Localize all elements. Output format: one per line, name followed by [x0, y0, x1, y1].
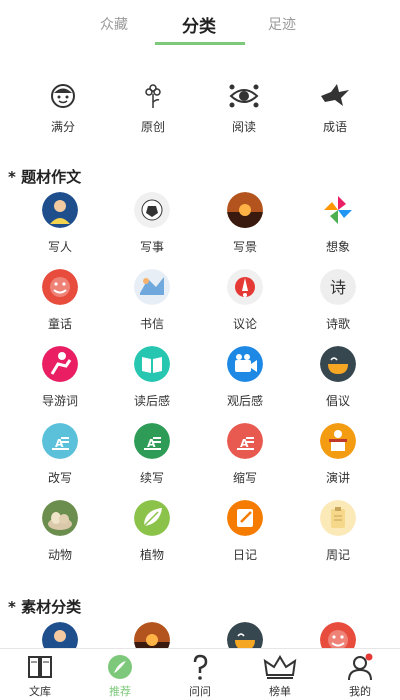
category-label: 议论: [232, 317, 257, 331]
category-label: 改写: [47, 471, 72, 485]
category-label: 周记: [325, 548, 350, 562]
flower-icon: [145, 84, 161, 108]
category-item[interactable]: 读后感: [112, 346, 192, 409]
category-item[interactable]: A 缩写: [205, 423, 285, 486]
top-tab-bar: 众藏 分类 足迹: [0, 0, 400, 48]
category-label: 诗歌: [325, 317, 350, 331]
book-open-icon: [28, 656, 52, 678]
category-label: 续写: [139, 471, 164, 485]
smiley-face-icon: [51, 84, 75, 108]
poem-icon: 诗: [320, 269, 356, 305]
category-label: 书信: [139, 317, 164, 331]
nav-profile[interactable]: 我的: [320, 649, 400, 700]
tab-favorites[interactable]: 众藏: [100, 14, 128, 34]
category-label: 写事: [139, 240, 164, 254]
svg-text:诗: 诗: [330, 278, 346, 297]
category-item[interactable]: 书信: [112, 269, 192, 332]
nav-ranking[interactable]: 榜单: [240, 649, 320, 700]
category-label: 缩写: [232, 471, 257, 485]
nav-ask[interactable]: 问问: [160, 649, 240, 700]
quick-links: 满分 原创 阅读 成语: [0, 82, 400, 142]
section-title-materials: * 素材分类: [8, 598, 82, 616]
category-item[interactable]: 童话: [20, 269, 100, 332]
category-item[interactable]: 演讲: [298, 423, 378, 486]
quick-link-label: 原创: [140, 120, 165, 134]
category-label: 植物: [139, 548, 164, 562]
category-item[interactable]: 观后感: [205, 346, 285, 409]
category-item[interactable]: A 改写: [20, 423, 100, 486]
nav-label: 问问: [189, 685, 211, 698]
person-icon: [42, 192, 78, 228]
camera-icon: [227, 346, 263, 382]
quick-link-original[interactable]: 原创: [118, 82, 188, 135]
category-item[interactable]: 导游词: [20, 346, 100, 409]
category-label: 童话: [47, 317, 72, 331]
doc-icon: A: [227, 423, 263, 459]
category-label: 观后感: [226, 394, 263, 408]
nav-label: 榜单: [269, 685, 291, 698]
quick-link-label: 满分: [50, 120, 75, 134]
feather-icon: [108, 655, 132, 679]
category-label: 读后感: [133, 394, 170, 408]
category-item[interactable]: 想象: [298, 192, 378, 255]
speech-icon: [227, 269, 263, 305]
quick-link-label: 阅读: [231, 120, 256, 134]
tab-categories[interactable]: 分类: [182, 12, 216, 37]
letter-icon: [134, 269, 170, 305]
bowl-icon: [320, 346, 356, 382]
leaf-icon: [134, 500, 170, 536]
user-icon: [348, 653, 373, 681]
notebook-icon: [227, 500, 263, 536]
category-item[interactable]: 诗诗歌: [298, 269, 378, 332]
question-icon: [193, 654, 208, 680]
tab-footprints[interactable]: 足迹: [268, 14, 296, 34]
sunset-icon: [227, 192, 263, 228]
quick-link-idioms[interactable]: 成语: [300, 82, 370, 135]
book-icon: [134, 346, 170, 382]
eye-icon: [229, 84, 259, 108]
category-item[interactable]: 植物: [112, 500, 192, 563]
crown-icon: [263, 655, 297, 679]
category-label: 动物: [47, 548, 72, 562]
doc-icon: A: [134, 423, 170, 459]
category-label: 演讲: [325, 471, 350, 485]
category-label: 导游词: [41, 394, 78, 408]
section-title-topics: * 题材作文: [8, 168, 82, 186]
category-item[interactable]: 日记: [205, 500, 285, 563]
category-item[interactable]: 写事: [112, 192, 192, 255]
bird-icon: [321, 84, 349, 106]
nav-label: 我的: [349, 685, 371, 698]
category-label: 写景: [232, 240, 257, 254]
category-label: 倡议: [325, 394, 350, 408]
podium-icon: [320, 423, 356, 459]
quick-link-full-score[interactable]: 满分: [28, 82, 98, 135]
category-item[interactable]: 写人: [20, 192, 100, 255]
quick-link-label: 成语: [322, 120, 347, 134]
category-label: 想象: [325, 240, 350, 254]
quick-link-reading[interactable]: 阅读: [209, 82, 279, 135]
bottom-nav-bar: 文库 推荐 问问 榜单 我的: [0, 648, 400, 700]
nav-library[interactable]: 文库: [0, 649, 80, 700]
category-label: 日记: [232, 548, 257, 562]
runner-icon: [42, 346, 78, 382]
category-item[interactable]: A 续写: [112, 423, 192, 486]
category-item[interactable]: 周记: [298, 500, 378, 563]
animal-icon: [42, 500, 78, 536]
active-tab-indicator: [155, 42, 245, 45]
nav-label: 推荐: [109, 685, 131, 698]
nav-recommend[interactable]: 推荐: [80, 649, 160, 700]
clipboard-icon: [320, 500, 356, 536]
category-label: 写人: [47, 240, 72, 254]
category-item[interactable]: 议论: [205, 269, 285, 332]
soccer-icon: [134, 192, 170, 228]
category-item[interactable]: 写景: [205, 192, 285, 255]
category-item[interactable]: 倡议: [298, 346, 378, 409]
doc-icon: A: [42, 423, 78, 459]
pinwheel-icon: [320, 192, 356, 228]
category-item[interactable]: 动物: [20, 500, 100, 563]
nav-label: 文库: [29, 685, 51, 698]
smile-face-icon: [42, 269, 78, 305]
